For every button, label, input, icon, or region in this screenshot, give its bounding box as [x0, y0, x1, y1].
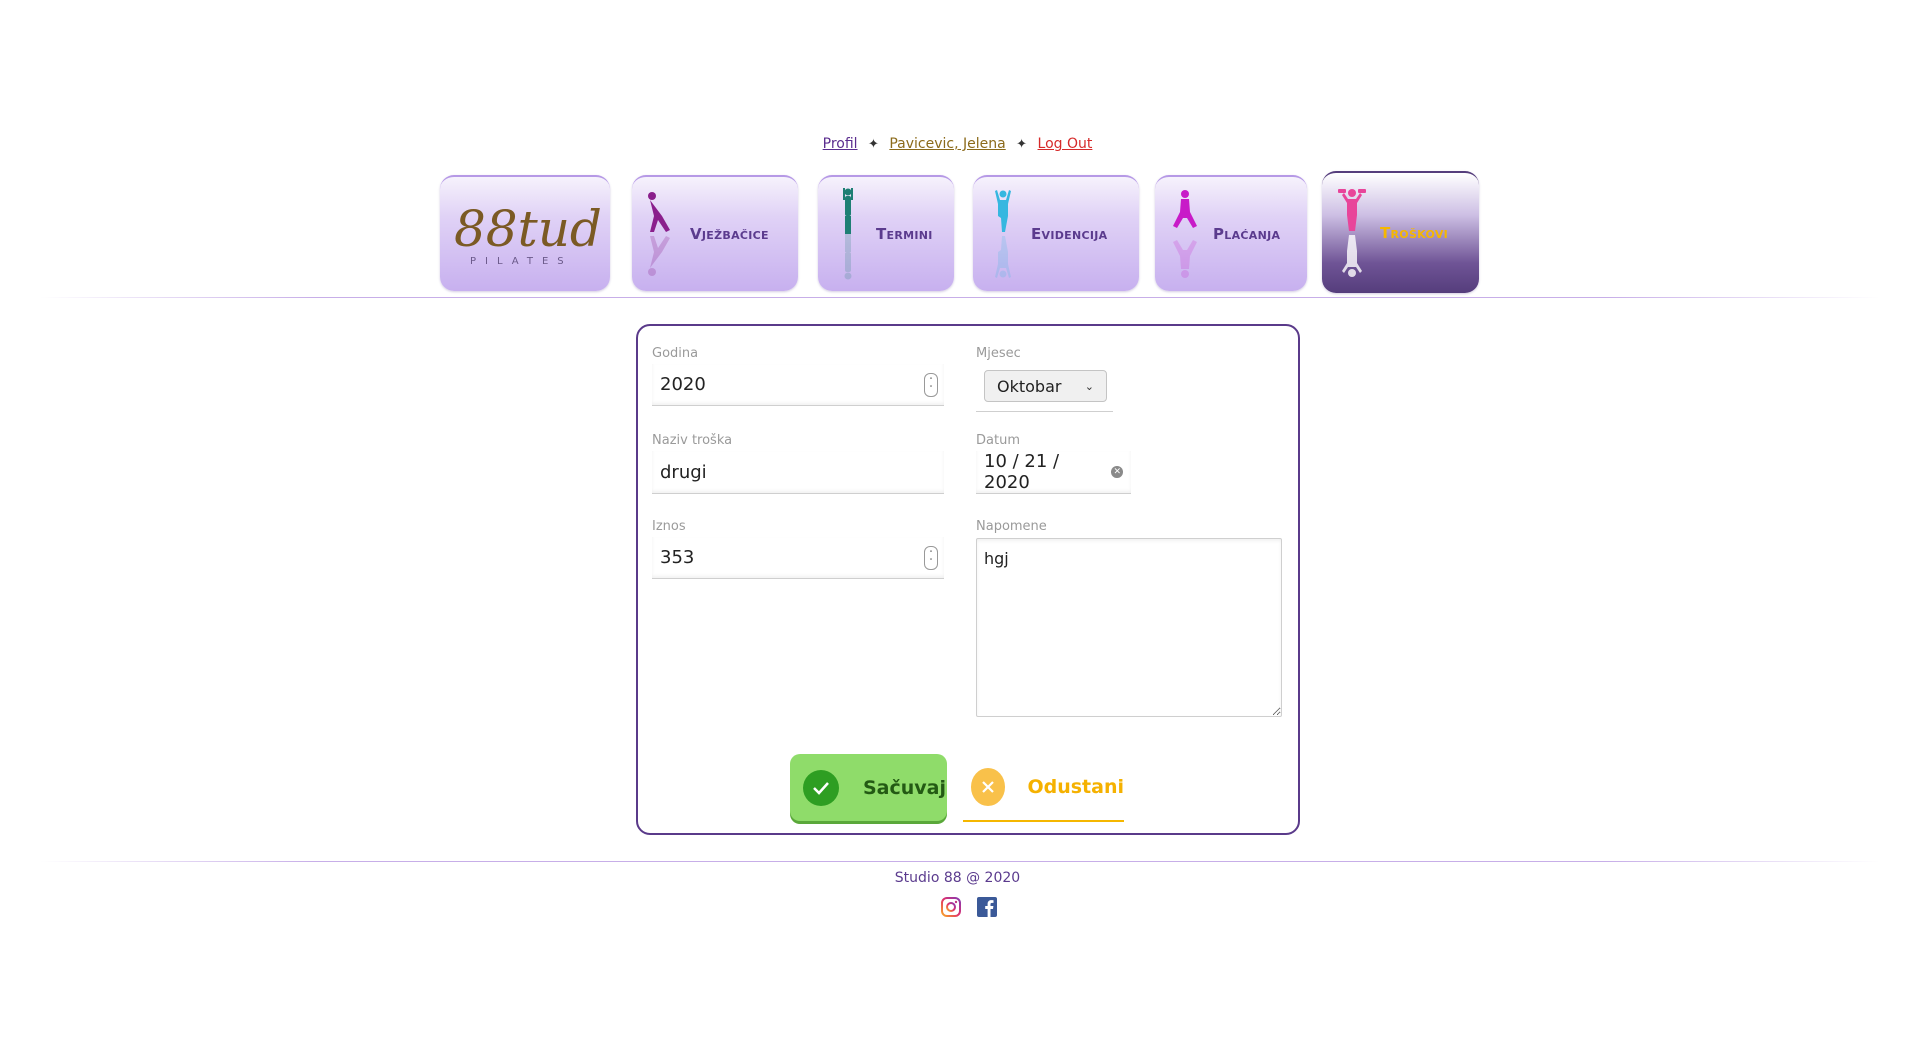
iznos-input[interactable]: 353 ˄ ˅ [652, 537, 944, 579]
naziv-value: drugi [660, 461, 707, 483]
mjesec-label: Mjesec [976, 346, 1021, 361]
studio88-logo: 88tudio PILATES [454, 200, 600, 267]
footer-copyright: Studio 88 @ 2020 [894, 870, 1021, 886]
facebook-icon[interactable] [976, 896, 998, 918]
tab-label: Vježbačice [690, 225, 769, 243]
chevron-down-icon: ⌄ [1084, 379, 1094, 393]
naziv-input[interactable]: drugi [652, 451, 944, 494]
logo-tab[interactable]: 88tudio PILATES [440, 175, 610, 291]
tab-vjezbacice[interactable]: Vježbačice [632, 175, 798, 291]
user-links-bar: Profil ✦ Pavicevic, Jelena ✦ Log Out [0, 136, 1915, 152]
tab-placanja[interactable]: Plaćanja [1155, 175, 1307, 291]
tab-label: Troškovi [1380, 224, 1449, 242]
tab-termini[interactable]: Termini [818, 175, 954, 291]
cancel-label: Odustani [1027, 776, 1124, 798]
tab-label: Termini [876, 225, 933, 243]
godina-label: Godina [652, 346, 699, 361]
godina-input[interactable]: 2020 ˄ ˅ [652, 364, 944, 406]
datum-label: Datum [976, 433, 1020, 448]
separator-star: ✦ [868, 137, 879, 152]
godina-value: 2020 [660, 374, 706, 395]
clear-icon[interactable]: ✕ [1111, 466, 1123, 478]
figure-standing-icon [843, 188, 853, 280]
user-name-link[interactable]: Pavicevic, Jelena [889, 136, 1005, 152]
tab-troskovi[interactable]: Troškovi [1322, 171, 1479, 293]
svg-text:88tudio: 88tudio [454, 200, 600, 258]
datum-input[interactable]: 10 / 21 / 2020 ✕ [976, 451, 1131, 494]
tab-evidencija[interactable]: Evidencija [973, 175, 1139, 291]
tab-label: Plaćanja [1213, 225, 1281, 243]
napomene-label: Napomene [976, 519, 1047, 534]
expense-form-panel: Godina 2020 ˄ ˅ Mjesec Oktobar ⌄ Naziv tr… [636, 324, 1300, 835]
iznos-label: Iznos [652, 519, 686, 534]
figure-weights-icon [1338, 189, 1366, 277]
iznos-spinner[interactable]: ˄ ˅ [924, 545, 938, 570]
close-icon [971, 768, 1006, 806]
svg-text:PILATES: PILATES [470, 256, 573, 267]
tab-label: Evidencija [1031, 225, 1108, 243]
checkmark-icon [803, 769, 839, 806]
profile-link[interactable]: Profil [823, 136, 858, 152]
mjesec-select[interactable]: Oktobar ⌄ [984, 370, 1107, 402]
instagram-icon[interactable] [940, 896, 962, 918]
datum-value: 10 / 21 / 2020 [984, 451, 1060, 493]
figure-stretch-icon [648, 192, 670, 276]
naziv-label: Naziv troška [652, 433, 733, 448]
header-divider [40, 297, 1880, 298]
cancel-button[interactable]: Odustani [963, 754, 1124, 822]
footer-divider [40, 861, 1880, 862]
mjesec-value: Oktobar [997, 376, 1062, 396]
save-label: Sačuvaj [863, 776, 947, 799]
separator-star: ✦ [1016, 137, 1028, 152]
logout-link[interactable]: Log Out [1038, 136, 1093, 152]
napomene-textarea[interactable]: hgj [976, 538, 1282, 717]
godina-spinner[interactable]: ˄ ˅ [924, 372, 938, 397]
iznos-value: 353 [660, 547, 695, 568]
save-button[interactable]: Sačuvaj [790, 754, 947, 821]
figure-squat-icon [1173, 190, 1197, 278]
figure-arms-up-icon [995, 190, 1011, 278]
